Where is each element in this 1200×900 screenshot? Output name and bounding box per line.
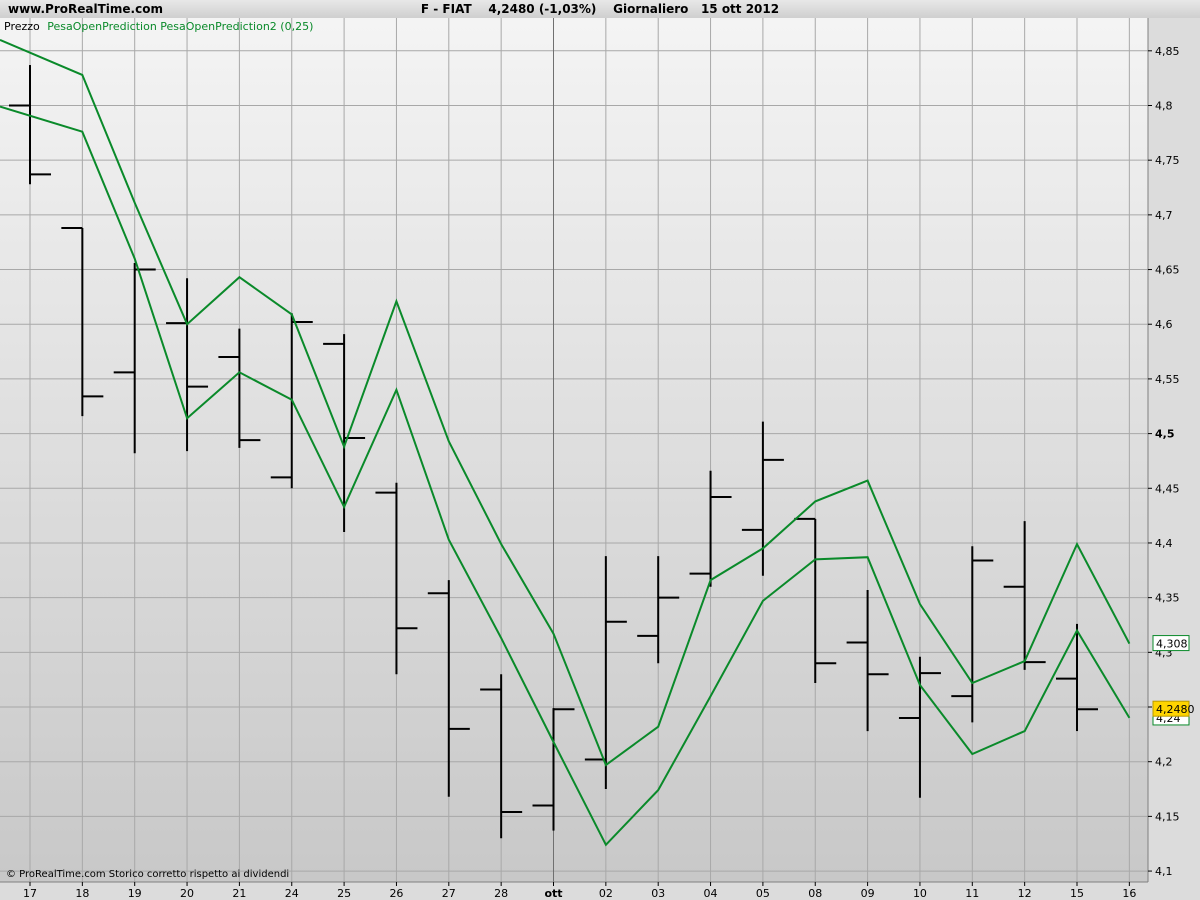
y-tick-label: 4,4 — [1155, 537, 1173, 550]
legend-indicators: PesaOpenPrediction PesaOpenPrediction2 (… — [47, 20, 313, 33]
x-tick-label: 03 — [651, 887, 665, 900]
y-tick-label: 4,1 — [1155, 865, 1173, 878]
x-tick-label: 18 — [75, 887, 89, 900]
x-tick-label: 21 — [232, 887, 246, 900]
x-tick-label: 24 — [285, 887, 299, 900]
y-tick-label: 4,65 — [1155, 264, 1180, 277]
x-tick-label: 12 — [1018, 887, 1032, 900]
y-tick-label: 4,85 — [1155, 45, 1180, 58]
y-tick-label: 4,5 — [1155, 428, 1175, 441]
legend-price: Prezzo — [4, 20, 40, 33]
y-tick-label: 4,45 — [1155, 482, 1180, 495]
x-tick-label: 10 — [913, 887, 927, 900]
footnote: © ProRealTime.com Storico corretto rispe… — [6, 869, 289, 880]
x-tick-label: 19 — [128, 887, 142, 900]
title-bar: www.ProRealTime.com F - FIAT 4,2480 (-1,… — [0, 0, 1200, 19]
chart-canvas[interactable]: 4,14,154,24,254,34,354,44,454,54,554,64,… — [0, 18, 1200, 900]
y-tick-label: 4,2 — [1155, 756, 1173, 769]
y-tick-label: 4,75 — [1155, 154, 1180, 167]
chart-headline: F - FIAT 4,2480 (-1,03%) Giornaliero 15 … — [420, 2, 780, 16]
x-tick-label: 11 — [965, 887, 979, 900]
x-tick-label: 05 — [756, 887, 770, 900]
price-last-value-text: 4,2480 — [1156, 703, 1195, 716]
x-tick-label: 26 — [389, 887, 403, 900]
indicator-1-last-value-text: 4,308 — [1156, 638, 1188, 651]
y-tick-label: 4,6 — [1155, 318, 1173, 331]
x-tick-label: 28 — [494, 887, 508, 900]
x-tick-label: ott — [544, 887, 562, 900]
x-tick-label: 04 — [704, 887, 718, 900]
y-axis-panel — [1148, 18, 1200, 882]
x-tick-label: 25 — [337, 887, 351, 900]
y-tick-label: 4,55 — [1155, 373, 1180, 386]
x-tick-label: 20 — [180, 887, 194, 900]
y-tick-label: 4,35 — [1155, 592, 1180, 605]
x-tick-label: 16 — [1122, 887, 1136, 900]
legend: Prezzo PesaOpenPrediction PesaOpenPredic… — [4, 20, 313, 33]
y-tick-label: 4,7 — [1155, 209, 1173, 222]
y-tick-label: 4,8 — [1155, 99, 1173, 112]
y-tick-label: 4,15 — [1155, 810, 1180, 823]
x-tick-label: 27 — [442, 887, 456, 900]
x-tick-label: 08 — [808, 887, 822, 900]
x-tick-label: 15 — [1070, 887, 1084, 900]
x-tick-label: 02 — [599, 887, 613, 900]
x-tick-label: 09 — [861, 887, 875, 900]
x-tick-label: 17 — [23, 887, 37, 900]
